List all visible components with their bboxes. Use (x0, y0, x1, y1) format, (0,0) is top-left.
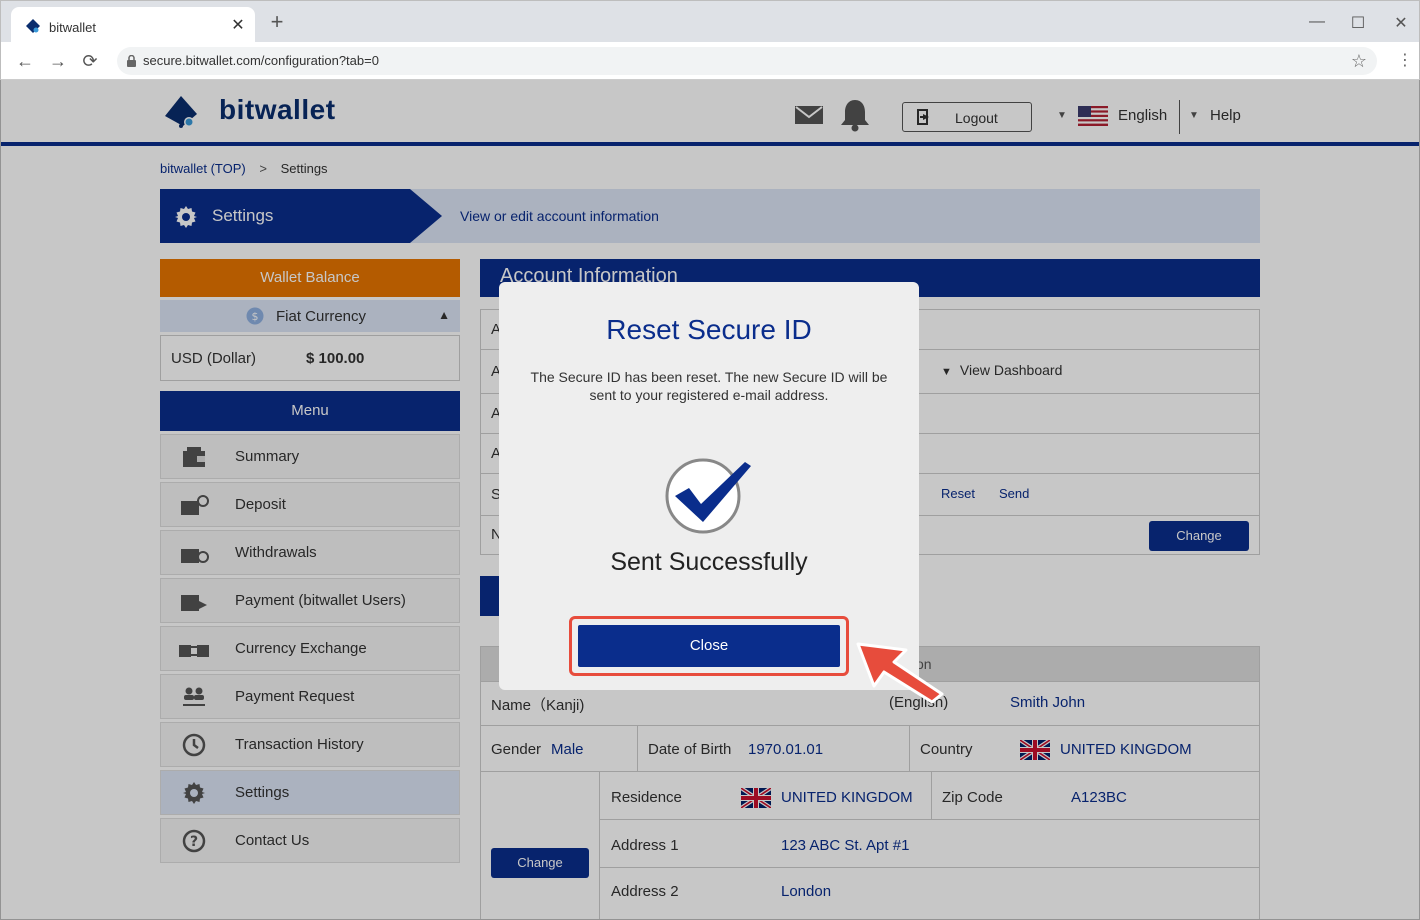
dialog-message: The Secure ID has been reset. The new Se… (530, 369, 888, 403)
browser-tab-bar: bitwallet ✕ + — ☐ ✕ (0, 0, 1420, 43)
reload-icon[interactable]: ⟳ (80, 51, 100, 72)
new-tab-icon[interactable]: + (267, 11, 287, 33)
url-text: secure.bitwallet.com/configuration?tab=0 (143, 53, 379, 68)
pointer-arrow-icon (856, 642, 944, 704)
close-button[interactable]: Close (578, 625, 840, 667)
tab-close-icon[interactable]: ✕ (229, 15, 247, 35)
url-input[interactable]: secure.bitwallet.com/configuration?tab=0… (117, 47, 1377, 75)
browser-menu-icon[interactable]: ⋮ (1397, 50, 1413, 70)
bitwallet-favicon-icon (26, 19, 40, 33)
tab-title: bitwallet (49, 20, 96, 35)
back-icon[interactable]: ← (15, 51, 35, 72)
browser-tab[interactable]: bitwallet ✕ (11, 7, 255, 43)
address-bar: ← → ⟳ secure.bitwallet.com/configuration… (0, 42, 1420, 80)
bookmark-star-icon[interactable]: ☆ (1351, 51, 1367, 72)
close-window-icon[interactable]: ✕ (1391, 13, 1411, 33)
checkmark-icon (665, 458, 751, 534)
forward-icon[interactable]: → (48, 51, 68, 72)
dialog-title: Reset Secure ID (606, 314, 812, 345)
lock-icon (127, 55, 136, 67)
minimize-icon[interactable]: — (1307, 13, 1327, 31)
dialog-status: Sent Successfully (610, 548, 808, 576)
maximize-icon[interactable]: ☐ (1348, 13, 1368, 33)
